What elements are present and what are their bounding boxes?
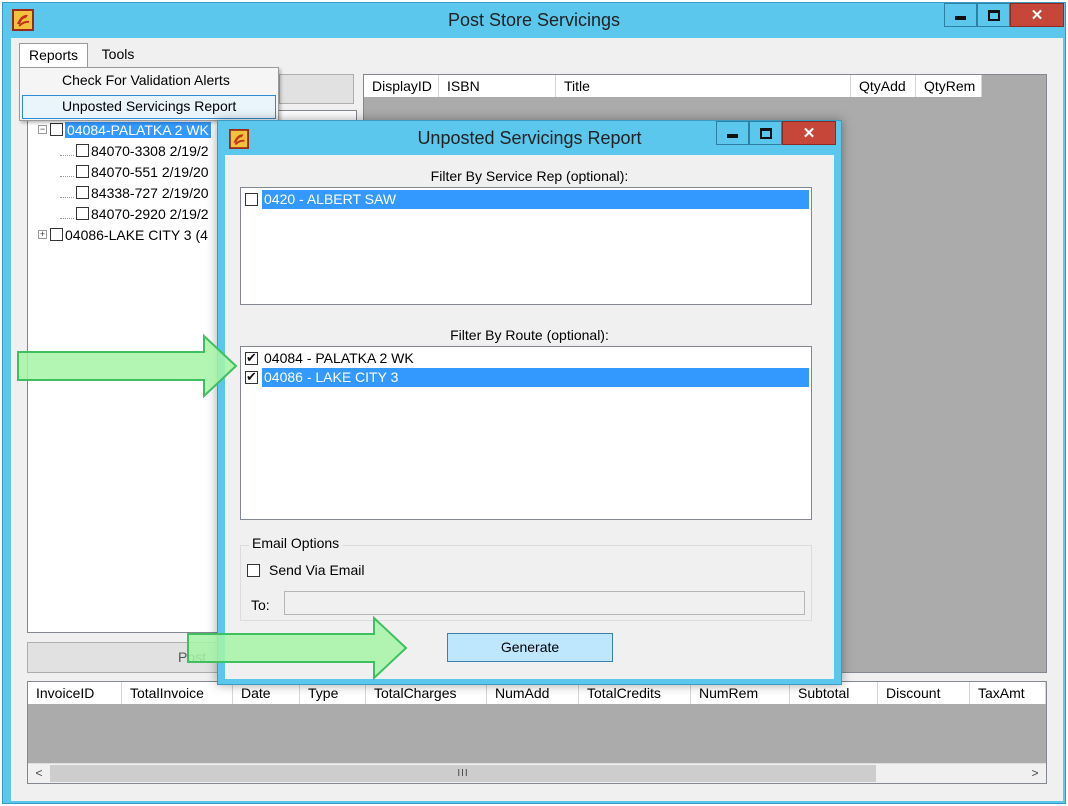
column-header-totalcharges[interactable]: TotalCharges (366, 682, 487, 704)
minimize-icon (727, 134, 738, 138)
column-header-qtyadd[interactable]: QtyAdd (851, 75, 916, 97)
dialog-minimize-button[interactable] (716, 121, 749, 145)
tree-connector (60, 146, 74, 156)
column-header-totalinvoice[interactable]: TotalInvoice (122, 682, 233, 704)
reports-dropdown: Check For Validation Alerts Unposted Ser… (19, 67, 279, 121)
service-rep-filter-label: Filter By Service Rep (optional): (430, 168, 629, 184)
maximize-button[interactable] (977, 3, 1010, 27)
service-rep-checkbox[interactable] (245, 193, 258, 206)
tree-connector (60, 209, 74, 219)
tree-node-label: 04086-LAKE CITY 3 (4 (65, 226, 208, 243)
app-logo-icon (12, 9, 34, 31)
invoice-grid[interactable]: InvoiceID TotalInvoice Date Type TotalCh… (27, 681, 1047, 784)
tree-node-invoice[interactable]: 84070-551 2/19/20 (38, 161, 211, 182)
dialog-client-area: Filter By Service Rep (optional): 0420 -… (225, 155, 834, 679)
tree-checkbox[interactable] (76, 165, 89, 178)
column-header-subtotal[interactable]: Subtotal (790, 682, 878, 704)
tree-node-invoice[interactable]: 84070-3308 2/19/2 (38, 140, 211, 161)
column-header-date[interactable]: Date (233, 682, 300, 704)
route-item[interactable]: 04086 - LAKE CITY 3 (243, 368, 809, 387)
column-header-title[interactable]: Title (556, 75, 851, 97)
toolbar-button[interactable] (279, 74, 354, 104)
column-header-totalcredits[interactable]: TotalCredits (579, 682, 691, 704)
close-button[interactable]: ✕ (1010, 3, 1064, 27)
send-via-email-checkbox[interactable] (247, 563, 260, 577)
tree-node-label: 84070-551 2/19/20 (91, 163, 209, 180)
dialog-close-button[interactable]: ✕ (782, 121, 836, 145)
tree-node-label: 04084-PALATKA 2 WK (65, 121, 211, 138)
to-label: To: (251, 597, 270, 613)
service-rep-list[interactable]: 0420 - ALBERT SAW (240, 187, 812, 305)
close-icon: ✕ (802, 125, 816, 142)
tree-node-invoice[interactable]: 84338-727 2/19/20 (38, 182, 211, 203)
send-via-email-option[interactable]: Send Via Email (247, 562, 364, 578)
tree-checkbox[interactable] (50, 123, 63, 136)
email-to-field[interactable] (284, 591, 805, 615)
tree-checkbox[interactable] (50, 228, 63, 241)
generate-button[interactable]: Generate (447, 633, 613, 662)
menu-item-unposted-servicings-report[interactable]: Unposted Servicings Report (22, 95, 276, 119)
route-list[interactable]: 04084 - PALATKA 2 WK 04086 - LAKE CITY 3 (240, 346, 812, 520)
route-label: 04084 - PALATKA 2 WK (264, 350, 414, 366)
column-header-invoiceid[interactable]: InvoiceID (28, 682, 122, 704)
items-grid-header: DisplayID ISBN Title QtyAdd QtyRem (364, 75, 982, 97)
tree-node-label: 84070-2920 2/19/2 (91, 205, 209, 222)
scroll-right-icon[interactable]: > (1026, 765, 1044, 782)
column-header-taxamt[interactable]: TaxAmt (970, 682, 1046, 704)
app-logo-icon (229, 129, 249, 149)
column-header-numrem[interactable]: NumRem (691, 682, 790, 704)
route-checkbox[interactable] (245, 350, 258, 366)
menu-tools[interactable]: Tools (93, 43, 143, 68)
tree-checkbox[interactable] (76, 144, 89, 157)
column-header-qtyrem[interactable]: QtyRem (916, 75, 982, 97)
collapse-icon[interactable]: − (38, 125, 47, 134)
tree-node-route[interactable]: − 04084-PALATKA 2 WK (38, 119, 211, 140)
horizontal-scrollbar[interactable]: < III > (28, 763, 1046, 783)
scroll-thumb[interactable]: III (50, 765, 876, 782)
tree-connector (60, 188, 74, 198)
tree-checkbox[interactable] (76, 186, 89, 199)
tree-checkbox[interactable] (76, 207, 89, 220)
menu-item-check-validation-alerts[interactable]: Check For Validation Alerts (22, 69, 276, 93)
close-icon: ✕ (1030, 7, 1044, 24)
minimize-icon (955, 16, 966, 20)
dialog-maximize-button[interactable] (749, 121, 782, 145)
invoice-grid-header: InvoiceID TotalInvoice Date Type TotalCh… (28, 682, 1046, 704)
tree-connector (60, 167, 74, 177)
window-title: Post Store Servicings (447, 10, 621, 30)
email-options-legend: Email Options (249, 535, 343, 551)
column-header-type[interactable]: Type (300, 682, 366, 704)
unposted-report-dialog: Unposted Servicings Report ✕ Filter By S… (217, 120, 842, 685)
route-label: 04086 - LAKE CITY 3 (262, 368, 809, 387)
tree-node-route[interactable]: + 04086-LAKE CITY 3 (4 (38, 224, 211, 245)
column-header-discount[interactable]: Discount (878, 682, 970, 704)
route-item[interactable]: 04084 - PALATKA 2 WK (243, 349, 809, 368)
scroll-left-icon[interactable]: < (30, 765, 48, 782)
column-header-numadd[interactable]: NumAdd (487, 682, 579, 704)
column-header-displayid[interactable]: DisplayID (364, 75, 439, 97)
route-checkbox[interactable] (245, 369, 258, 385)
tree-node-label: 84070-3308 2/19/2 (91, 142, 209, 159)
tree-node-label: 84338-727 2/19/20 (91, 184, 209, 201)
send-via-email-label: Send Via Email (269, 562, 365, 578)
service-rep-label: 0420 - ALBERT SAW (262, 190, 809, 209)
maximize-icon (759, 127, 772, 139)
minimize-button[interactable] (944, 3, 977, 27)
column-header-isbn[interactable]: ISBN (439, 75, 556, 97)
route-filter-label: Filter By Route (optional): (450, 327, 609, 343)
tree-node-invoice[interactable]: 84070-2920 2/19/2 (38, 203, 211, 224)
email-options-group: Email Options Send Via Email To: (240, 535, 812, 621)
service-rep-item[interactable]: 0420 - ALBERT SAW (243, 190, 809, 209)
expand-icon[interactable]: + (38, 230, 47, 239)
menu-reports[interactable]: Reports (19, 43, 88, 68)
maximize-icon (987, 9, 1000, 21)
